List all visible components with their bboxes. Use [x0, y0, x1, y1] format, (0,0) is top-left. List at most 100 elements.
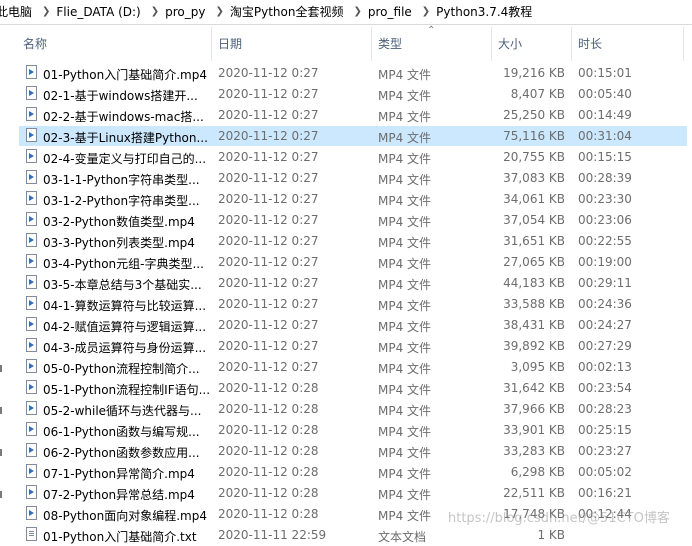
file-name[interactable]: 03-2-Python数值类型.mp4 [43, 213, 209, 230]
file-name[interactable]: 04-3-成员运算符与身份运算... [43, 339, 209, 356]
column-header-duration[interactable]: 时长 [578, 35, 602, 52]
video-file-icon [26, 65, 37, 79]
file-row[interactable]: 04-3-成员运算符与身份运算... 2020-11-12 0:27 MP4 文件 3… [0, 336, 690, 357]
file-row[interactable]: 03-1-2-Python字符串类型... 2020-11-12 0:27 MP4 … [0, 189, 690, 210]
file-name[interactable]: 07-1-Python异常简介.mp4 [43, 465, 209, 482]
file-name[interactable]: 06-2-Python函数参数应用... [43, 444, 209, 461]
file-name[interactable]: 03-4-Python元组-字典类型... [43, 255, 209, 272]
file-row[interactable]: 02-4-变量定义与打印自己的... 2020-11-12 0:27 MP4 文件 2… [0, 147, 690, 168]
file-size: 75,116 KB [503, 129, 565, 143]
file-row[interactable]: 03-5-本章总结与3个基础实... 2020-11-12 0:27 MP4 文件 4… [0, 273, 690, 294]
file-name[interactable]: 05-2-while循环与迭代器与... [43, 402, 209, 419]
column-divider[interactable] [371, 27, 372, 61]
file-row[interactable]: 07-2-Python异常总结.mp4 2020-11-12 0:28 MP4 文件… [0, 483, 690, 504]
chevron-right-icon[interactable]: ❯ [211, 2, 227, 22]
watermark: https://blog.csdn.net/@51CTO博客 [448, 511, 670, 526]
file-row[interactable]: 04-1-算数运算符与比较运算... 2020-11-12 0:27 MP4 文件 3… [0, 294, 690, 315]
video-file-icon [26, 191, 37, 205]
file-type: MP4 文件 [378, 446, 432, 460]
file-name[interactable]: 04-1-算数运算符与比较运算... [43, 297, 209, 314]
file-name[interactable]: 05-1-Python流程控制IF语句... [43, 381, 209, 398]
breadcrumb-current-folder[interactable]: Python3.7.4教程 [434, 2, 538, 22]
file-row[interactable]: 01-Python入门基础简介.mp4 2020-11-12 0:27 MP4 文件… [0, 63, 690, 84]
file-row[interactable]: 06-2-Python函数参数应用... 2020-11-12 0:28 MP4 文… [0, 441, 690, 462]
chevron-right-icon[interactable]: ❯ [418, 2, 434, 22]
file-size: 8,407 KB [510, 87, 565, 101]
file-row[interactable]: 07-1-Python异常简介.mp4 2020-11-12 0:28 MP4 文件… [0, 462, 690, 483]
file-name[interactable]: 08-Python面向对象编程.mp4 [43, 507, 209, 524]
file-date: 2020-11-11 22:59 [218, 528, 327, 542]
file-duration: 00:31:04 [578, 129, 632, 143]
column-header-type[interactable]: 类型 [378, 35, 402, 52]
file-date: 2020-11-12 0:27 [218, 171, 319, 185]
file-row[interactable]: 03-2-Python数值类型.mp4 2020-11-12 0:27 MP4 文件… [0, 210, 690, 231]
file-name[interactable]: 03-5-本章总结与3个基础实... [43, 276, 209, 293]
file-row[interactable]: 05-0-Python流程控制简介... 2020-11-12 0:27 MP4 文… [0, 357, 690, 378]
file-name[interactable]: 03-3-Python列表类型.mp4 [43, 234, 209, 251]
file-size: 33,588 KB [503, 297, 565, 311]
column-divider[interactable] [683, 27, 684, 61]
file-duration: 00:22:55 [578, 234, 632, 248]
video-file-icon [26, 422, 37, 436]
file-date: 2020-11-12 0:27 [218, 108, 319, 122]
file-row[interactable]: 05-2-while循环与迭代器与... 2020-11-12 0:28 MP4 文… [0, 399, 690, 420]
column-divider[interactable] [211, 27, 212, 61]
file-date: 2020-11-12 0:28 [218, 465, 319, 479]
file-size: 1 KB [537, 528, 565, 542]
file-date: 2020-11-12 0:28 [218, 507, 319, 521]
column-header-size[interactable]: 大小 [498, 35, 522, 52]
file-row[interactable]: 05-1-Python流程控制IF语句... 2020-11-12 0:28 MP4… [0, 378, 690, 399]
file-size: 31,651 KB [503, 234, 565, 248]
file-name[interactable]: 06-1-Python函数与编写规... [43, 423, 209, 440]
file-name[interactable]: 02-3-基于Linux搭建Python... [43, 129, 209, 146]
column-header-bar: ⌃ 名称 日期 类型 大小 时长 [0, 25, 692, 61]
video-file-icon [26, 254, 37, 268]
file-name[interactable]: 01-Python入门基础简介.mp4 [43, 66, 209, 83]
file-duration: 00:14:49 [578, 108, 632, 122]
file-row[interactable]: 06-1-Python函数与编写规... 2020-11-12 0:28 MP4 文… [0, 420, 690, 441]
file-name[interactable]: 02-2-基于windows-mac搭... [43, 108, 209, 125]
file-name[interactable]: 01-Python入门基础简介.txt [43, 528, 209, 545]
file-name[interactable]: 02-1-基于windows搭建开... [43, 87, 209, 104]
file-row[interactable]: 02-3-基于Linux搭建Python... 2020-11-12 0:27 MP… [0, 126, 690, 147]
file-duration: 00:24:36 [578, 297, 632, 311]
file-row[interactable]: 01-Python入门基础简介.txt 2020-11-11 22:59 文本文档 1… [0, 525, 690, 546]
breadcrumb-drive[interactable]: Flie_DATA (D:) [54, 2, 146, 22]
text-file-icon [26, 527, 37, 541]
column-header-name[interactable]: 名称 [23, 35, 47, 52]
file-name[interactable]: 02-4-变量定义与打印自己的... [43, 150, 209, 167]
file-row[interactable]: 03-4-Python元组-字典类型... 2020-11-12 0:27 MP4 … [0, 252, 690, 273]
file-duration: 00:15:15 [578, 150, 632, 164]
breadcrumb-pro-file[interactable]: pro_file [366, 2, 418, 22]
chevron-right-icon[interactable]: ❯ [147, 2, 163, 22]
file-date: 2020-11-12 0:27 [218, 360, 319, 374]
breadcrumb-video-folder[interactable]: 淘宝Python全套视频 [228, 2, 350, 22]
file-name[interactable]: 05-0-Python流程控制简介... [43, 360, 209, 377]
video-file-icon [26, 149, 37, 163]
address-bar[interactable]: 此电脑 ❯ Flie_DATA (D:) ❯ pro_py ❯ 淘宝Python… [0, 0, 692, 25]
file-size: 3,095 KB [510, 360, 565, 374]
file-name[interactable]: 04-2-赋值运算符与逻辑运算... [43, 318, 209, 335]
file-row[interactable]: 02-1-基于windows搭建开... 2020-11-12 0:27 MP4 文… [0, 84, 690, 105]
file-size: 37,054 KB [503, 213, 565, 227]
file-row[interactable]: 03-1-1-Python字符串类型... 2020-11-12 0:27 MP4 … [0, 168, 690, 189]
file-name[interactable]: 07-2-Python异常总结.mp4 [43, 486, 209, 503]
breadcrumb-pro-py[interactable]: pro_py [163, 2, 211, 22]
column-header-date[interactable]: 日期 [218, 35, 242, 52]
file-row[interactable]: 02-2-基于windows-mac搭... 2020-11-12 0:27 MP4… [0, 105, 690, 126]
file-name[interactable]: 03-1-1-Python字符串类型... [43, 171, 209, 188]
file-duration: 00:19:00 [578, 255, 632, 269]
file-duration: 00:23:27 [578, 444, 632, 458]
chevron-right-icon[interactable]: ❯ [38, 2, 54, 22]
column-divider[interactable] [491, 27, 492, 61]
file-row[interactable]: 03-3-Python列表类型.mp4 2020-11-12 0:27 MP4 文件… [0, 231, 690, 252]
column-divider[interactable] [571, 27, 572, 61]
breadcrumb-this-pc[interactable]: 此电脑 [0, 2, 38, 22]
file-duration: 00:23:54 [578, 381, 632, 395]
video-file-icon [26, 128, 37, 142]
chevron-right-icon[interactable]: ❯ [349, 2, 365, 22]
file-row[interactable]: 04-2-赋值运算符与逻辑运算... 2020-11-12 0:27 MP4 文件 3… [0, 315, 690, 336]
file-type: MP4 文件 [378, 278, 432, 292]
file-name[interactable]: 03-1-2-Python字符串类型... [43, 192, 209, 209]
file-size: 20,755 KB [503, 150, 565, 164]
